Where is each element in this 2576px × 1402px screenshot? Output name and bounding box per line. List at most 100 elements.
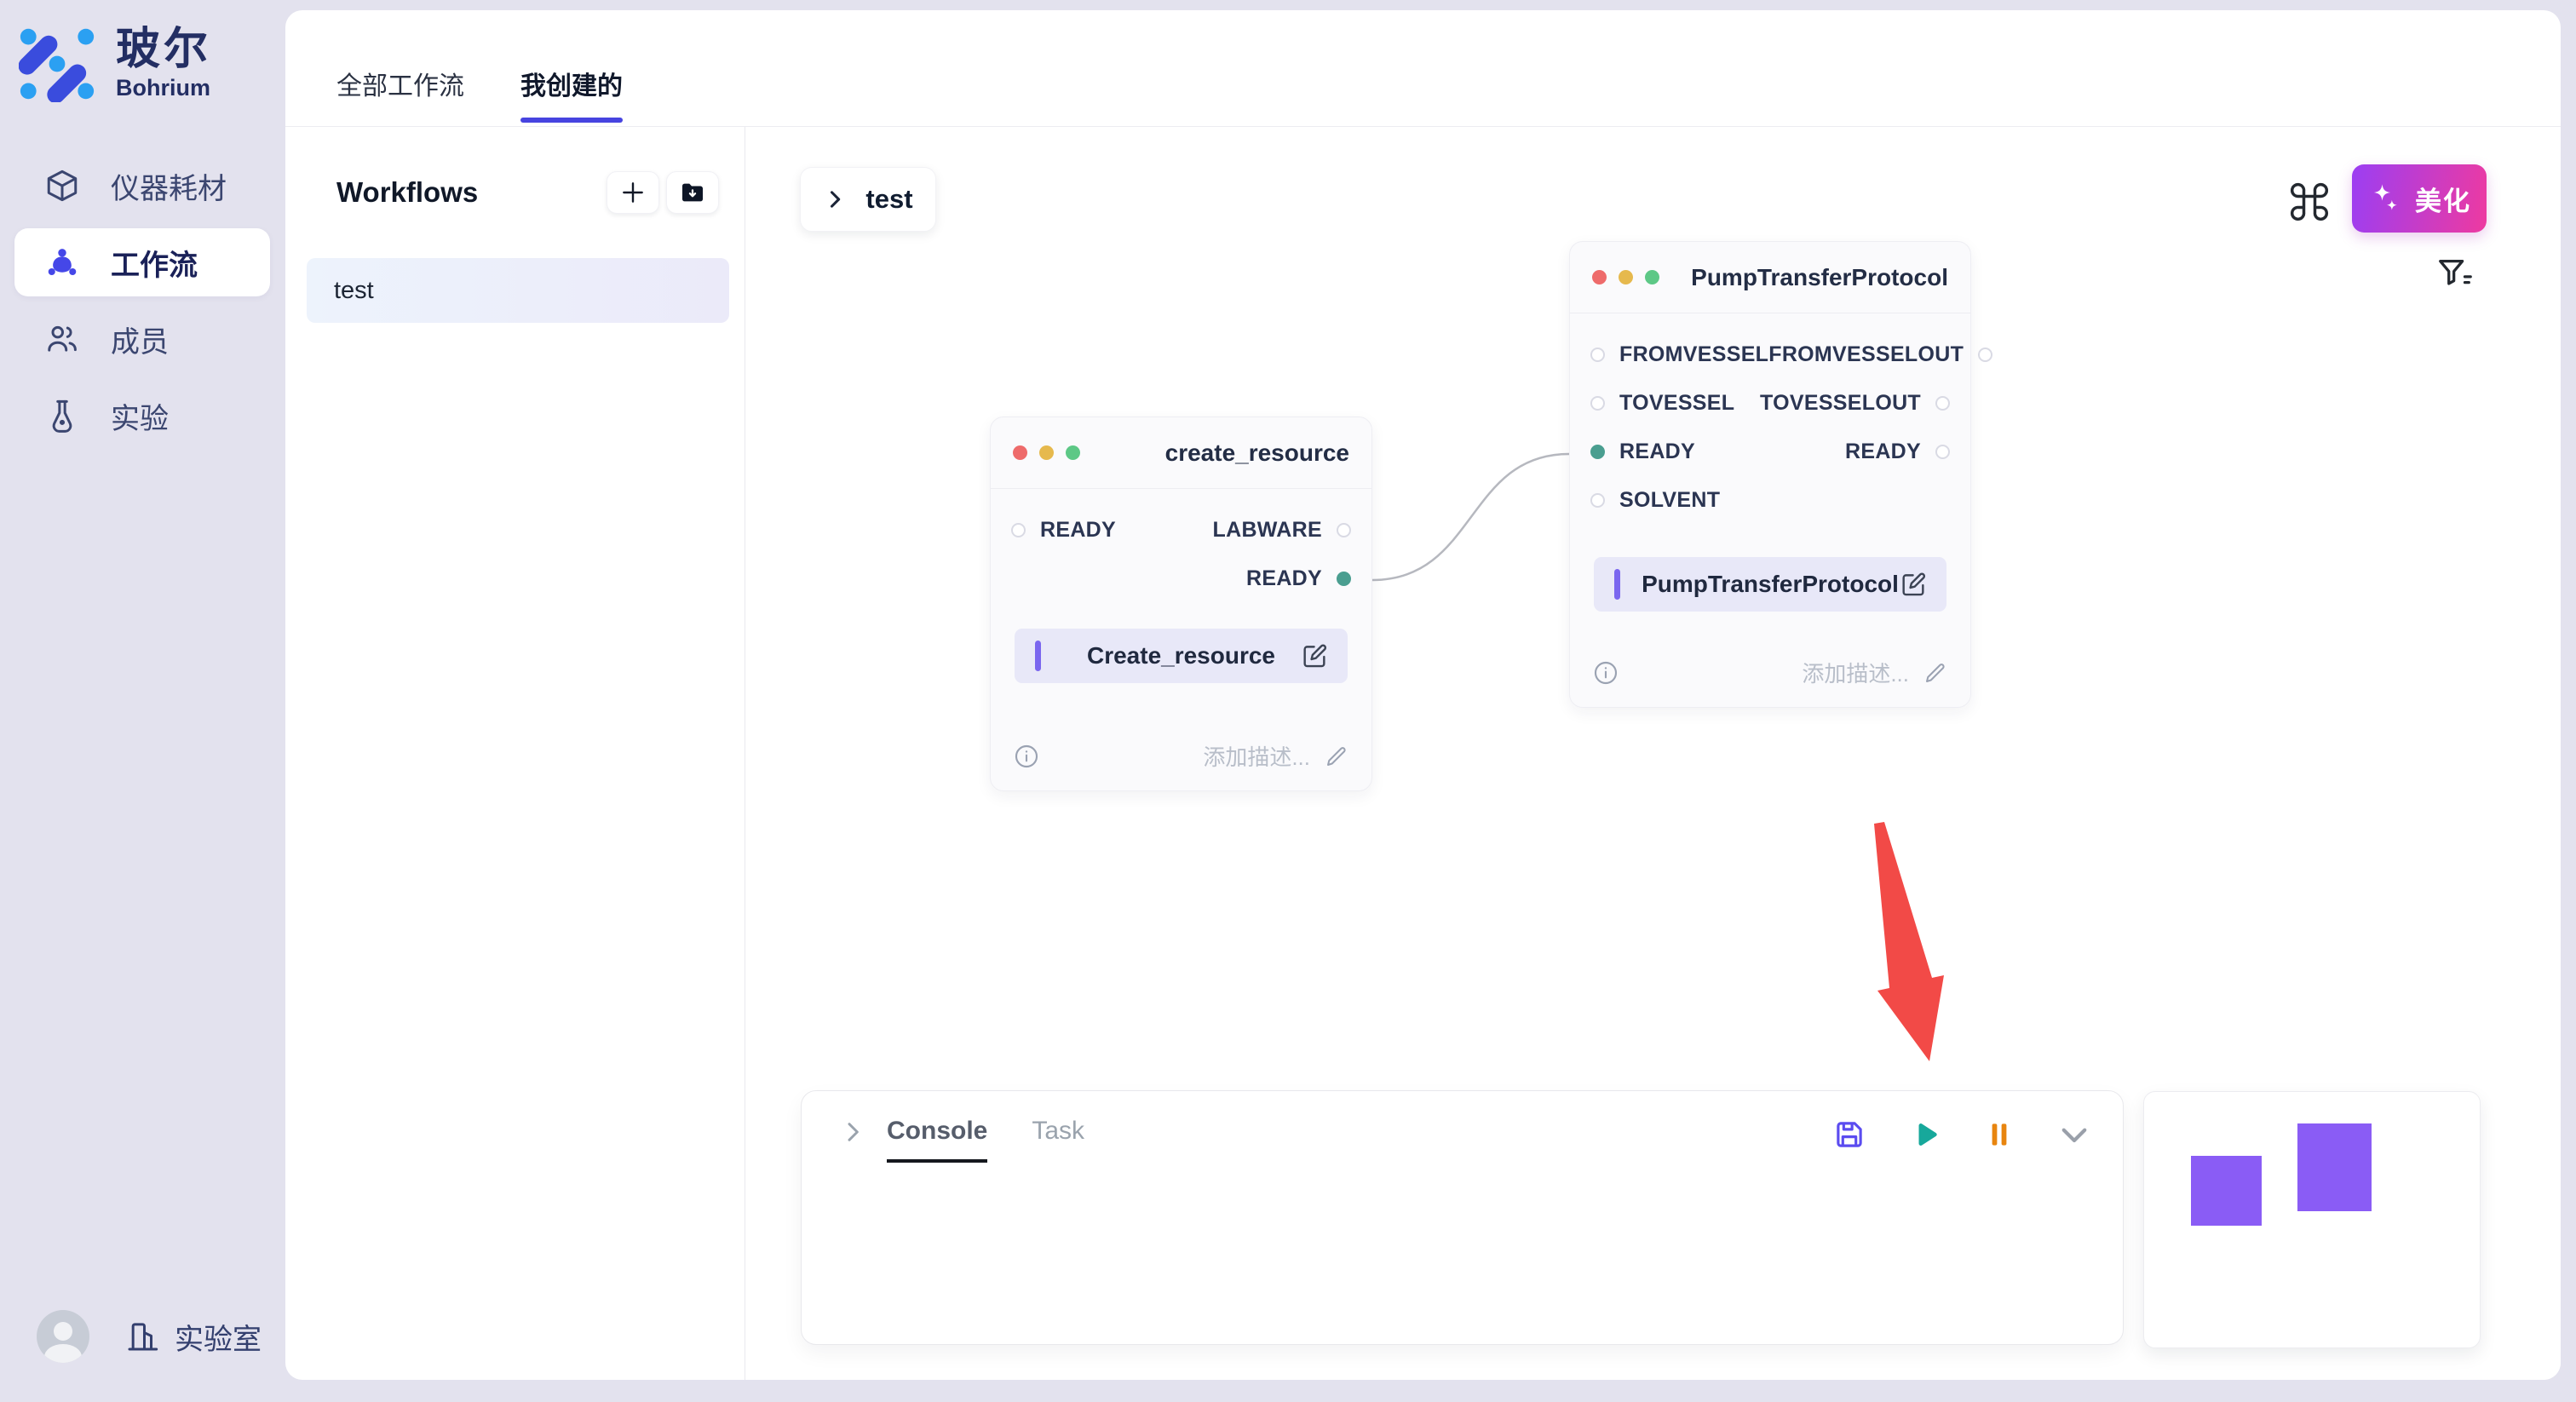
workflow-canvas[interactable]: test 美化 — [745, 127, 2561, 1380]
minimap-node — [2191, 1156, 2262, 1226]
breadcrumb[interactable]: test — [800, 167, 936, 232]
node-footer: 添加描述... — [1013, 740, 1349, 772]
port-dot[interactable] — [1978, 348, 1992, 362]
port-row: READY READY — [1570, 428, 1970, 476]
description-placeholder: 添加描述... — [1203, 740, 1310, 772]
building-icon — [125, 1319, 159, 1353]
action-label: PumpTransferProtocol — [1642, 571, 1899, 598]
port-dot[interactable] — [1590, 348, 1605, 362]
collapse-panel-button[interactable] — [2056, 1117, 2092, 1152]
minimap[interactable] — [2143, 1091, 2481, 1348]
sidebar-item-instruments[interactable]: 仪器耗材 — [14, 152, 270, 220]
user-avatar[interactable] — [37, 1310, 89, 1363]
workflow-list-item[interactable]: test — [307, 258, 729, 323]
collapse-chevron-icon[interactable] — [839, 1118, 866, 1146]
info-icon[interactable] — [1592, 659, 1619, 687]
sidebar-item-workflow[interactable]: 工作流 — [14, 228, 270, 296]
chevron-right-icon — [823, 187, 847, 211]
breadcrumb-label: test — [865, 184, 912, 215]
port-dot[interactable] — [1337, 572, 1351, 586]
lab-switcher[interactable]: 实验室 — [125, 1316, 262, 1358]
input-port: READY — [1590, 440, 1695, 464]
import-folder-button[interactable] — [666, 171, 719, 214]
port-dot[interactable] — [1590, 396, 1605, 411]
sparkles-icon — [2367, 181, 2403, 216]
filter-icon[interactable] — [2435, 255, 2475, 294]
output-port: FROMVESSELOUT — [1768, 342, 1992, 367]
console-panel: Console Task — [801, 1090, 2124, 1345]
package-icon — [44, 168, 80, 204]
dot-amber[interactable] — [1039, 445, 1054, 460]
description-field[interactable]: 添加描述... — [1203, 740, 1349, 772]
pencil-icon — [1923, 660, 1948, 686]
input-port: FROMVESSEL — [1590, 342, 1768, 367]
port-dot[interactable] — [1590, 445, 1605, 459]
sidebar-footer: 实验室 — [37, 1310, 262, 1363]
port-row: FROMVESSEL FROMVESSELOUT — [1570, 330, 1970, 379]
tab-task[interactable]: Task — [1032, 1117, 1084, 1163]
port-label: READY — [1040, 518, 1116, 543]
command-palette-icon[interactable] — [2287, 180, 2332, 224]
output-port: READY — [1246, 566, 1351, 591]
port-dot[interactable] — [1011, 523, 1026, 537]
node-pump-transfer-protocol[interactable]: PumpTransferProtocol FROMVESSEL FROMVESS… — [1569, 241, 1971, 708]
brand-logo: 玻尔 Bohrium — [0, 0, 285, 102]
output-port: TOVESSELOUT — [1760, 391, 1950, 416]
pencil-icon — [1324, 744, 1349, 769]
folder-download-icon — [679, 179, 706, 206]
save-button[interactable] — [1831, 1117, 1867, 1152]
test-tube-icon — [44, 398, 80, 434]
brand-name-en: Bohrium — [116, 75, 211, 101]
node-title: PumpTransferProtocol — [1691, 264, 1948, 291]
description-field[interactable]: 添加描述... — [1802, 657, 1948, 688]
node-create-resource[interactable]: create_resource READY LABWARE — [990, 417, 1372, 791]
dot-green[interactable] — [1645, 270, 1659, 284]
node-footer: 添加描述... — [1592, 657, 1948, 688]
tab-console[interactable]: Console — [887, 1117, 987, 1163]
action-accent-bar — [1614, 569, 1620, 600]
add-workflow-button[interactable] — [607, 171, 659, 214]
dot-green[interactable] — [1066, 445, 1080, 460]
dot-red[interactable] — [1592, 270, 1607, 284]
edit-icon[interactable] — [1899, 570, 1928, 599]
node-header: create_resource — [991, 417, 1371, 489]
node-title: create_resource — [1165, 440, 1349, 467]
port-dot[interactable] — [1935, 445, 1950, 459]
tab-all-workflows[interactable]: 全部工作流 — [336, 65, 464, 126]
beautify-button[interactable]: 美化 — [2352, 164, 2487, 233]
port-dot[interactable] — [1590, 493, 1605, 508]
output-port: LABWARE — [1213, 518, 1351, 543]
workflow-icon — [44, 244, 80, 280]
node-action-button[interactable]: Create_resource — [1015, 629, 1348, 683]
node-action-button[interactable]: PumpTransferProtocol — [1594, 557, 1946, 612]
pause-button[interactable] — [1981, 1117, 2017, 1152]
run-button[interactable] — [1906, 1117, 1942, 1152]
dot-red[interactable] — [1013, 445, 1027, 460]
input-port: TOVESSEL — [1590, 391, 1734, 416]
action-label: Create_resource — [1087, 642, 1275, 669]
port-dot[interactable] — [1337, 523, 1351, 537]
port-label: FROMVESSELOUT — [1768, 342, 1964, 367]
port-dot[interactable] — [1935, 396, 1950, 411]
port-label: READY — [1246, 566, 1322, 591]
sidebar-item-label: 仪器耗材 — [111, 165, 227, 207]
edit-icon[interactable] — [1300, 641, 1329, 670]
plus-icon — [619, 179, 647, 206]
info-icon[interactable] — [1013, 743, 1040, 770]
brand-name-zh: 玻尔 — [116, 26, 211, 73]
lab-label: 实验室 — [175, 1316, 262, 1358]
port-label: FROMVESSEL — [1619, 342, 1768, 367]
sidebar: 玻尔 Bohrium 仪器耗材 工作流 — [0, 0, 285, 1402]
action-accent-bar — [1035, 641, 1041, 671]
dot-amber[interactable] — [1619, 270, 1633, 284]
sidebar-item-members[interactable]: 成员 — [14, 305, 270, 373]
sidebar-item-experiments[interactable]: 实验 — [14, 382, 270, 450]
tab-created-by-me[interactable]: 我创建的 — [520, 65, 623, 126]
main-content: 全部工作流 我创建的 Workflows — [285, 10, 2561, 1380]
workflow-name: test — [334, 277, 374, 305]
node-header: PumpTransferProtocol — [1570, 242, 1970, 313]
members-icon — [44, 321, 80, 357]
input-port: SOLVENT — [1590, 488, 1720, 513]
port-label: TOVESSELOUT — [1760, 391, 1921, 416]
traffic-dots — [1592, 270, 1659, 284]
